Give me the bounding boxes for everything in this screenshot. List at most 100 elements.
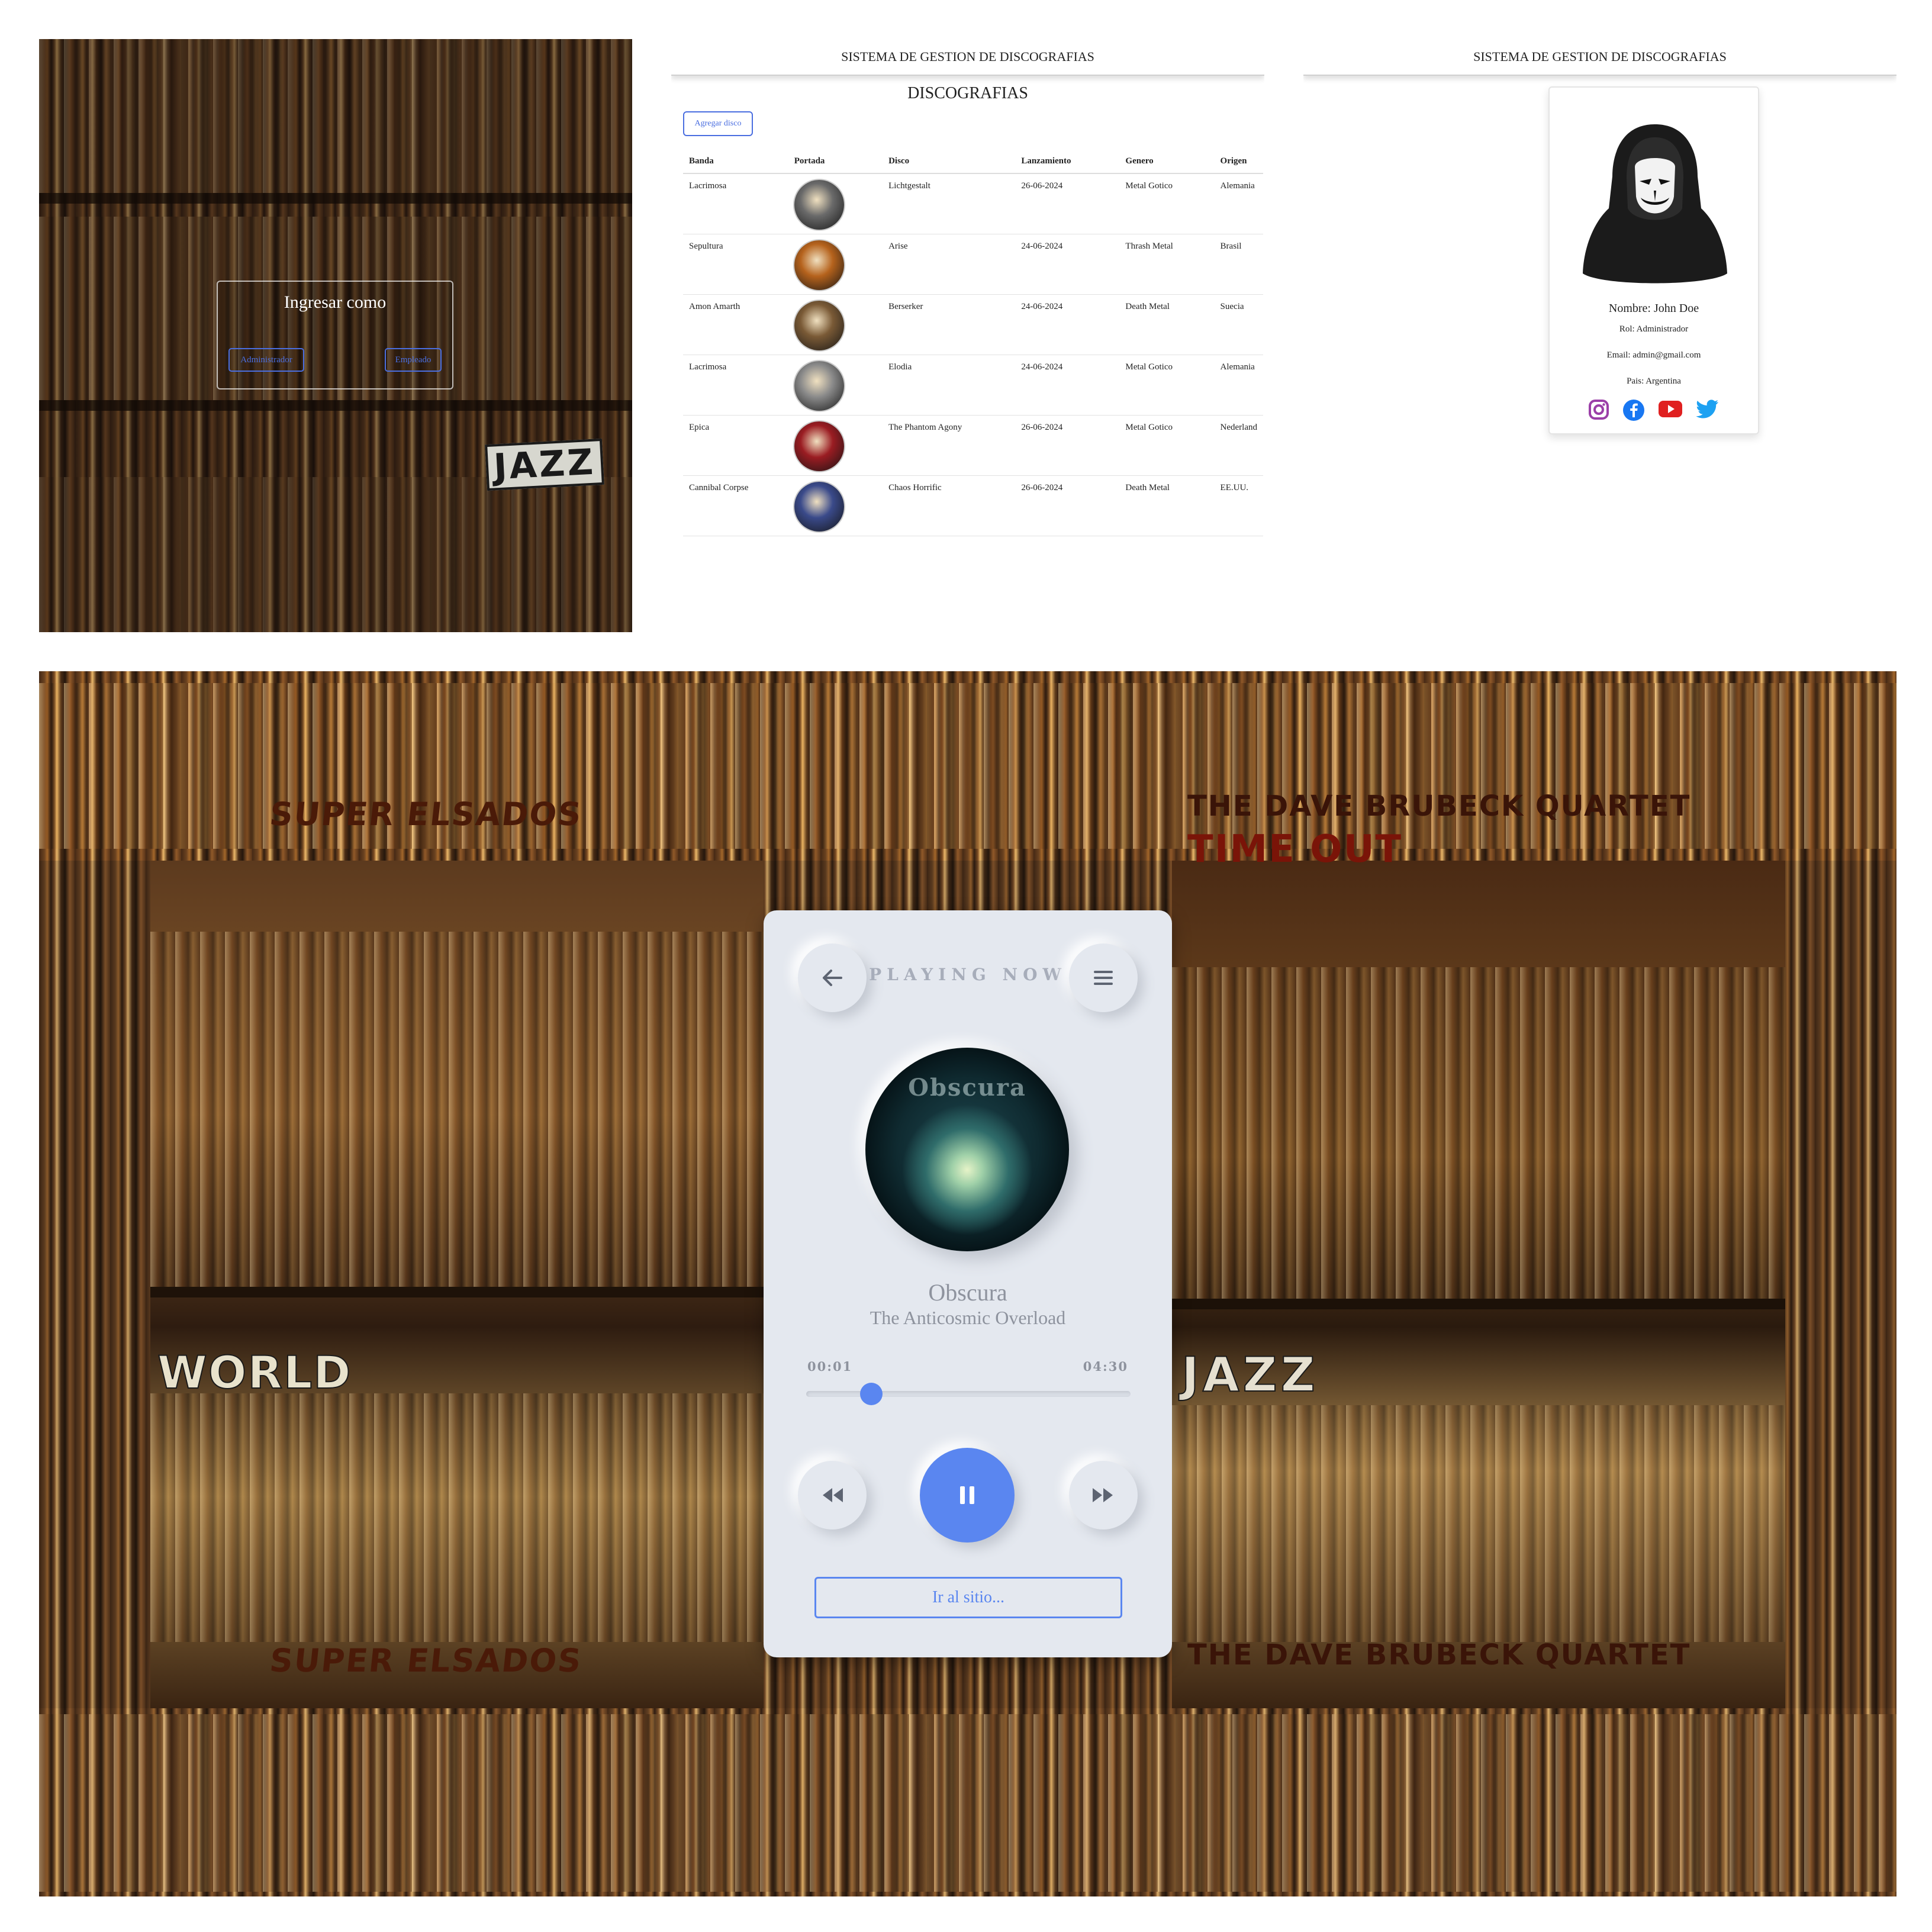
go-to-site-button[interactable]: Ir al sitio... — [814, 1577, 1122, 1618]
record-shelf — [150, 932, 764, 1287]
pause-icon — [960, 1486, 974, 1504]
cover-cell — [788, 415, 883, 476]
genre-cell: Thrash Metal — [1119, 234, 1215, 295]
facebook-icon[interactable] — [1622, 399, 1645, 421]
store-collage-right — [1172, 861, 1785, 1708]
profile-name: Nombre: John Doe — [1608, 302, 1699, 315]
origin-cell: EE.UU. — [1214, 475, 1263, 536]
genre-cell: Death Metal — [1119, 294, 1215, 355]
super-elsados-sign: SUPER ELSADOS — [268, 1642, 584, 1679]
table-row: Cannibal Corpse Chaos Horrific 26-06-2024 D… — [683, 475, 1263, 536]
cover-cell — [788, 355, 883, 416]
store-collage-left — [150, 861, 764, 1708]
cover-cell — [788, 173, 883, 234]
player-screen: SUPER ELSADOS THE DAVE BRUBECK QUARTET T… — [39, 671, 1896, 1896]
pause-button[interactable] — [920, 1448, 1015, 1543]
release-cell: 26-06-2024 — [1015, 415, 1120, 476]
page-title: DISCOGRAFIAS — [907, 84, 1028, 102]
album-cover-image — [794, 180, 844, 230]
login-box: Ingresar como Administrador Empleado — [217, 281, 453, 389]
table-row: Epica The Phantom Agony 26-06-2024 Metal Go… — [683, 415, 1263, 476]
seek-bar[interactable] — [806, 1383, 1131, 1405]
jazz-sign: JAZZ — [1181, 1347, 1319, 1403]
seek-handle[interactable] — [859, 1383, 883, 1405]
origin-cell: Alemania — [1214, 355, 1263, 416]
album-cover-image — [794, 481, 844, 532]
brubeck-sign: THE DAVE BRUBECK QUARTET — [1187, 1638, 1691, 1672]
album-cell: Lichtgestalt — [883, 173, 1016, 234]
previous-button[interactable] — [798, 1461, 867, 1530]
track-album: The Anticosmic Overload — [870, 1307, 1066, 1328]
column-header-album: Disco — [883, 149, 1016, 174]
column-header-cover: Portada — [788, 149, 883, 174]
genre-cell: Metal Gotico — [1119, 355, 1215, 416]
band-cell: Epica — [683, 415, 788, 476]
origin-cell: Alemania — [1214, 173, 1263, 234]
shelf-divider — [150, 1287, 764, 1297]
jazz-sign: JAZZ — [485, 438, 604, 491]
time-out-sign: TIME OUT — [1187, 827, 1403, 871]
band-cell: Cannibal Corpse — [683, 475, 788, 536]
fast-forward-icon — [1093, 1488, 1113, 1502]
profile-country: Pais: Argentina — [1627, 376, 1681, 386]
album-logo: Obscura — [908, 1074, 1026, 1102]
employee-button[interactable]: Empleado — [385, 348, 442, 372]
profile-role: Rol: Administrador — [1619, 324, 1689, 334]
album-cover-image — [794, 421, 844, 471]
site-header: SISTEMA DE GESTION DE DISCOGRAFIAS — [1303, 39, 1896, 76]
twitter-icon[interactable] — [1696, 399, 1720, 419]
next-button[interactable] — [1069, 1461, 1138, 1530]
genre-cell: Metal Gotico — [1119, 415, 1215, 476]
profile-screen: SISTEMA DE GESTION DE DISCOGRAFIAS Nombr… — [1303, 39, 1896, 632]
record-bins — [150, 1393, 764, 1642]
instagram-icon[interactable] — [1588, 399, 1609, 420]
table-body: Lacrimosa Lichtgestalt 26-06-2024 Metal Got… — [683, 173, 1263, 536]
cover-cell — [788, 475, 883, 536]
column-header-release: Lanzamiento — [1015, 149, 1120, 174]
band-cell: Lacrimosa — [683, 173, 788, 234]
login-screen: JAZZ Ingresar como Administrador Emplead… — [39, 39, 632, 632]
administrator-button[interactable]: Administrador — [228, 348, 304, 372]
add-album-button[interactable]: Agregar disco — [683, 111, 753, 136]
column-header-genre: Genero — [1119, 149, 1215, 174]
album-cover-image — [794, 300, 844, 350]
record-shelf — [1172, 967, 1785, 1299]
band-cell: Amon Amarth — [683, 294, 788, 355]
store-collage-bottom — [39, 1708, 1896, 1896]
login-title: Ingresar como — [284, 292, 387, 312]
record-bins — [1172, 1405, 1785, 1642]
album-cell: Berserker — [883, 294, 1016, 355]
music-player-card: PLAYING NOW Obscura Obscura The Anticosm… — [764, 910, 1172, 1657]
band-cell: Sepultura — [683, 234, 788, 295]
social-links — [1550, 399, 1758, 421]
total-time: 04:30 — [1083, 1359, 1128, 1374]
cover-cell — [788, 294, 883, 355]
site-header: SISTEMA DE GESTION DE DISCOGRAFIAS — [671, 39, 1264, 76]
brubeck-sign: THE DAVE BRUBECK QUARTET — [1187, 790, 1691, 823]
release-cell: 26-06-2024 — [1015, 173, 1120, 234]
profile-card: Nombre: John Doe Rol: Administrador Emai… — [1548, 86, 1759, 434]
album-art: Obscura — [865, 1048, 1069, 1251]
column-header-origin: Origen — [1214, 149, 1263, 174]
band-cell: Lacrimosa — [683, 355, 788, 416]
menu-icon — [1094, 971, 1113, 985]
track-title: Obscura — [928, 1279, 1007, 1306]
release-cell: 24-06-2024 — [1015, 294, 1120, 355]
youtube-icon[interactable] — [1658, 399, 1683, 419]
genre-cell: Death Metal — [1119, 475, 1215, 536]
hooded-avatar-icon — [1583, 124, 1727, 284]
album-cell: Chaos Horrific — [883, 475, 1016, 536]
menu-button[interactable] — [1069, 944, 1138, 1012]
world-sign: WORLD — [157, 1345, 352, 1399]
table-header-row: Banda Portada Disco Lanzamiento Genero O… — [683, 149, 1263, 174]
genre-cell: Metal Gotico — [1119, 173, 1215, 234]
table-row: Sepultura Arise 24-06-2024 Thrash Metal Bras… — [683, 234, 1263, 295]
album-cell: Arise — [883, 234, 1016, 295]
release-cell: 26-06-2024 — [1015, 475, 1120, 536]
table-row: Amon Amarth Berserker 24-06-2024 Death Meta… — [683, 294, 1263, 355]
super-elsados-sign: SUPER ELSADOS — [268, 796, 584, 833]
origin-cell: Suecia — [1214, 294, 1263, 355]
record-shelf — [39, 1714, 1896, 1892]
album-cover-image — [794, 360, 844, 411]
current-time: 00:01 — [807, 1359, 853, 1374]
